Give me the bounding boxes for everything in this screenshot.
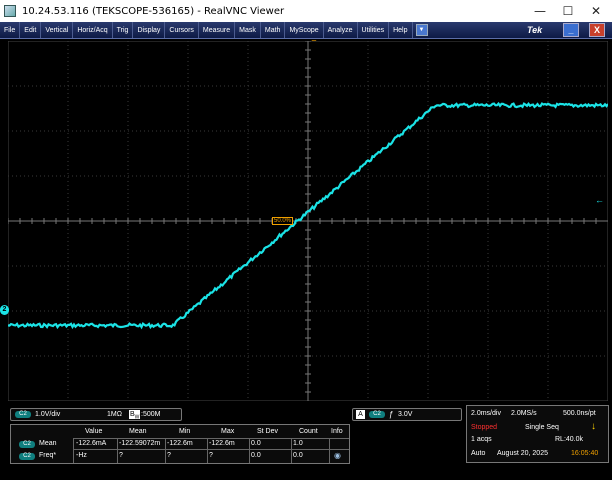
menu-cursors[interactable]: Cursors <box>165 22 199 38</box>
col-header-info: Info <box>331 428 343 435</box>
trigger-slope-icon: ƒ <box>389 410 394 419</box>
acquisition-state: Stopped <box>471 424 498 431</box>
channel-impedance: 1MΩ <box>107 411 122 418</box>
window-title-bar: 10.24.53.116 (TEKSCOPE-536165) - RealVNC… <box>0 0 612 22</box>
measurement-min: ? <box>167 452 171 459</box>
measurement-value: -Hz <box>76 452 87 459</box>
acquire-indicator-icon: ↓ <box>591 421 596 432</box>
trigger-level-value: 3.0V <box>398 411 413 418</box>
row-channel-badge: C2 <box>19 453 35 460</box>
menu-display[interactable]: Display <box>133 22 166 38</box>
measurement-table: Value Mean Min Max St Dev Count Info C2 … <box>10 424 350 464</box>
acquisition-date: August 20, 2025 <box>497 450 548 457</box>
col-header-min: Min <box>179 428 191 435</box>
menu-utilities[interactable]: Utilities <box>358 22 390 38</box>
menu-vertical[interactable]: Vertical <box>41 22 74 38</box>
trigger-mode-badge: A <box>356 410 365 419</box>
measurement-count: 1.0 <box>293 440 303 447</box>
col-header-max: Max <box>221 428 235 435</box>
menu-measure[interactable]: Measure <box>199 22 236 38</box>
table-divider <box>291 438 292 463</box>
menu-edit[interactable]: Edit <box>20 22 42 38</box>
acquisition-mode: Single Seq <box>525 424 559 431</box>
scope-close-button[interactable]: X <box>589 23 605 37</box>
time-scale: 2.0ms/div <box>471 410 501 417</box>
measurement-mean: -122.59072m <box>119 440 161 447</box>
measurement-name[interactable]: Mean <box>39 440 57 447</box>
channel-2-marker[interactable]: 2 <box>0 305 9 315</box>
scope-minimize-button[interactable]: _ <box>563 23 579 37</box>
col-header-value: Value <box>85 428 103 435</box>
menu-mask[interactable]: Mask <box>235 22 261 38</box>
measurement-min: -122.6m <box>167 440 193 447</box>
bandwidth-badge: BW <box>129 410 141 421</box>
table-divider <box>249 438 250 463</box>
acquisition-panel[interactable]: 2.0ms/div 2.0MS/s 500.0ns/pt Stopped Sin… <box>466 405 609 463</box>
record-length: RL:40.0k <box>555 436 584 443</box>
channel-bandwidth: :500M <box>141 411 161 418</box>
measurement-max: -122.6m <box>209 440 235 447</box>
table-divider <box>207 438 208 463</box>
info-icon[interactable]: ◉ <box>334 451 341 460</box>
trigger-channel-badge: C2 <box>369 411 385 418</box>
table-divider <box>73 449 349 450</box>
vnc-app-icon <box>4 5 16 17</box>
time-per-point: 500.0ns/pt <box>563 410 596 417</box>
window-title: 10.24.53.116 (TEKSCOPE-536165) - RealVNC… <box>22 5 285 17</box>
trigger-mode: Auto <box>471 450 486 457</box>
menu-myscope[interactable]: MyScope <box>285 22 324 38</box>
measurement-stdev: 0.0 <box>251 452 261 459</box>
menu-file[interactable]: File <box>0 22 21 38</box>
measurement-max: ? <box>209 452 213 459</box>
table-divider <box>73 438 74 463</box>
col-header-count: Count <box>299 428 318 435</box>
channel-settings-bar[interactable]: C2 1.0V/div 1MΩ BW :500M <box>10 408 182 421</box>
channel-badge: C2 <box>15 411 31 418</box>
col-header-stdev: St Dev <box>257 428 279 435</box>
acquisition-count: 1 acqs <box>471 436 492 443</box>
measurement-name[interactable]: Freq* <box>39 452 56 459</box>
table-divider <box>165 438 166 463</box>
menu-dropdown-button[interactable]: ▼ <box>415 24 428 36</box>
menu-math[interactable]: Math <box>261 22 286 38</box>
reference-level-label: 50.0% <box>272 217 294 225</box>
table-divider <box>329 438 330 463</box>
menu-horiz-acq[interactable]: Horiz/Acq <box>73 22 113 38</box>
measurement-stdev: 0.0 <box>251 440 261 447</box>
bandwidth-sub: W <box>134 414 140 421</box>
trigger-settings-box[interactable]: A C2 ƒ 3.0V <box>352 408 462 421</box>
window-maximize-button[interactable]: ☐ <box>554 0 582 22</box>
measurement-mean: ? <box>119 452 123 459</box>
window-minimize-button[interactable]: — <box>526 0 554 22</box>
col-header-mean: Mean <box>129 428 147 435</box>
waveform-graticule <box>8 41 608 401</box>
measurement-count: 0.0 <box>293 452 303 459</box>
trigger-level-arrow[interactable]: ← <box>595 195 604 205</box>
menu-trig[interactable]: Trig <box>113 22 134 38</box>
table-divider <box>73 438 349 439</box>
channel-scale: 1.0V/div <box>35 411 61 418</box>
scope-menu-bar: File Edit Vertical Horiz/Acq Trig Displa… <box>0 22 612 39</box>
menu-help[interactable]: Help <box>389 22 413 38</box>
sample-rate: 2.0MS/s <box>511 410 537 417</box>
acquisition-time: 16:05:40 <box>571 450 599 457</box>
measurement-value: -122.6mA <box>76 440 107 447</box>
table-divider <box>117 438 118 463</box>
menu-analyze[interactable]: Analyze <box>324 22 358 38</box>
row-channel-badge: C2 <box>19 441 35 448</box>
window-close-button[interactable]: ✕ <box>582 0 610 22</box>
tek-logo: Tek <box>527 25 543 35</box>
